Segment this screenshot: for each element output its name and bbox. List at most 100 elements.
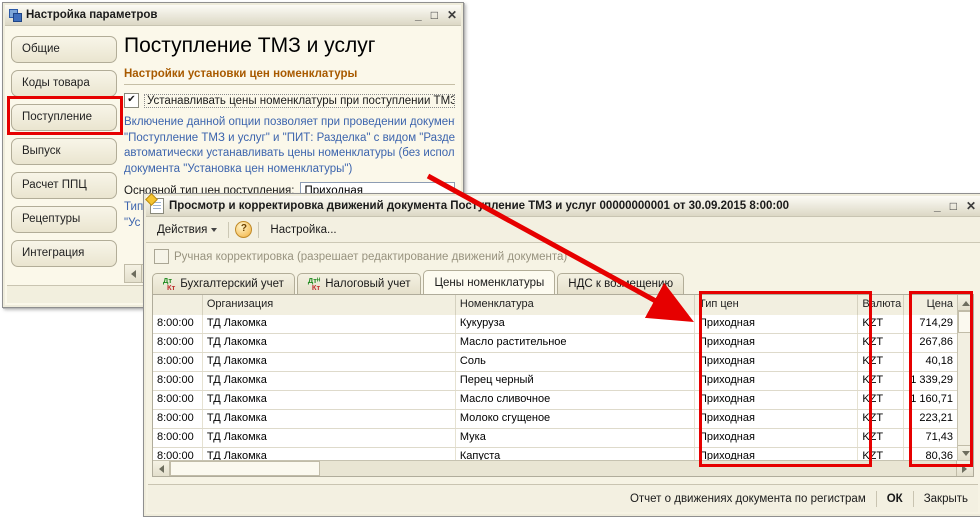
scroll-up-icon: [962, 297, 970, 306]
vertical-scrollbar[interactable]: [957, 295, 973, 461]
scroll-left-icon: [127, 270, 136, 278]
hint-line: документа "Установка цен номенклатуры"): [124, 162, 455, 178]
help-button[interactable]: ?: [235, 221, 252, 238]
sidebar-item-raschet-ppc[interactable]: Расчет ППЦ: [11, 172, 117, 199]
document-movements-icon: [150, 198, 164, 214]
table-row[interactable]: 8:00:00 ТД Лакомка Масло сливочное Прихо…: [153, 391, 958, 410]
tab-label: НДС к возмещению: [568, 278, 673, 290]
column-header-time[interactable]: [153, 295, 203, 315]
cell-price: 267,86: [904, 334, 958, 352]
actions-menu-button[interactable]: Действия: [152, 222, 222, 238]
column-header-nomenclature[interactable]: Номенклатура: [456, 295, 695, 315]
sidebar-item-postuplenie[interactable]: Поступление: [11, 104, 117, 131]
cell-organization: ТД Лакомка: [203, 391, 456, 409]
cell-time: 8:00:00: [153, 429, 203, 447]
scroll-right-button[interactable]: [956, 461, 973, 476]
cell-currency: KZT: [858, 315, 904, 333]
cell-currency: KZT: [858, 334, 904, 352]
maximize-button[interactable]: □: [950, 198, 957, 214]
tab-label: Бухгалтерский учет: [180, 278, 284, 290]
cell-time: 8:00:00: [153, 353, 203, 371]
cell-price: 1 160,71: [904, 391, 958, 409]
toolbar: Действия ? Настройка...: [146, 217, 980, 243]
settings-window-icon: [9, 9, 21, 21]
settings-button[interactable]: Настройка...: [265, 222, 341, 238]
sidebar-item-obshchie[interactable]: Общие: [11, 36, 117, 63]
dt-kt-icon: Дт Кт: [163, 277, 175, 291]
sidebar-item-vypusk[interactable]: Выпуск: [11, 138, 117, 165]
cell-nomenclature: Мука: [456, 429, 695, 447]
tab-nalog-uchet[interactable]: Дтᴴ Кт Налоговый учет: [297, 273, 422, 294]
scrollbar-thumb[interactable]: [170, 461, 320, 476]
table-body: 8:00:00 ТД Лакомка Кукуруза Приходная KZ…: [153, 315, 958, 461]
column-header-price[interactable]: Цена: [904, 295, 958, 315]
manual-correction-label: Ручная корректировка (разрешает редактир…: [174, 251, 567, 263]
settings-window-titlebar[interactable]: Настройка параметров _ □ ✕: [5, 5, 461, 26]
table-row[interactable]: 8:00:00 ТД Лакомка Мука Приходная KZT 71…: [153, 429, 958, 448]
column-header-price-type[interactable]: Тип цен: [695, 295, 858, 315]
hint-line: Включение данной опции позволяет при про…: [124, 115, 455, 131]
table-header-row: Организация Номенклатура Тип цен Валюта …: [153, 295, 958, 316]
settings-window-title: Настройка параметров: [26, 9, 157, 21]
tab-buh-uchet[interactable]: Дт Кт Бухгалтерский учет: [152, 273, 295, 294]
report-movements-button[interactable]: Отчет о движениях документа по регистрам: [620, 493, 876, 505]
cell-organization: ТД Лакомка: [203, 334, 456, 352]
sidebar-item-kody-tovara[interactable]: Коды товара: [11, 70, 117, 97]
scroll-left-icon: [155, 465, 164, 473]
sidebar-item-receptury[interactable]: Рецептуры: [11, 206, 117, 233]
column-header-organization[interactable]: Организация: [203, 295, 456, 315]
table-row[interactable]: 8:00:00 ТД Лакомка Молоко сгущеное Прихо…: [153, 410, 958, 429]
page-title: Поступление ТМЗ и услуг: [124, 34, 455, 58]
tab-nds-k-vozmeshcheniyu[interactable]: НДС к возмещению: [557, 273, 684, 294]
close-window-button[interactable]: Закрыть: [914, 493, 978, 505]
tab-label: Налоговый учет: [325, 278, 410, 290]
cell-nomenclature: Масло сливочное: [456, 391, 695, 409]
scroll-left-button[interactable]: [125, 265, 142, 282]
cell-price: 714,29: [904, 315, 958, 333]
cell-currency: KZT: [858, 353, 904, 371]
cell-time: 8:00:00: [153, 315, 203, 333]
table-row[interactable]: 8:00:00 ТД Лакомка Кукуруза Приходная KZ…: [153, 315, 958, 334]
movements-window-titlebar[interactable]: Просмотр и корректировка движений докуме…: [146, 196, 980, 217]
toolbar-separator: [258, 222, 259, 238]
cell-organization: ТД Лакомка: [203, 315, 456, 333]
tab-label: Цены номенклатуры: [434, 277, 544, 289]
cell-time: 8:00:00: [153, 372, 203, 390]
table-row[interactable]: 8:00:00 ТД Лакомка Перец черный Приходна…: [153, 372, 958, 391]
close-button[interactable]: ✕: [447, 7, 457, 23]
manual-correction-checkbox[interactable]: [154, 249, 169, 264]
movements-table: Организация Номенклатура Тип цен Валюта …: [152, 294, 974, 477]
sidebar-item-integraciya[interactable]: Интеграция: [11, 240, 117, 267]
settings-tab-list: Общие Коды товара Поступление Выпуск Рас…: [11, 36, 117, 274]
chevron-down-icon: [211, 228, 217, 235]
scroll-down-button[interactable]: [958, 445, 973, 461]
cell-time: 8:00:00: [153, 391, 203, 409]
toolbar-separator: [228, 222, 229, 238]
column-header-currency[interactable]: Валюта: [858, 295, 904, 315]
section-title: Настройки установки цен номенклатуры: [124, 68, 455, 85]
maximize-button[interactable]: □: [431, 7, 438, 23]
scrollbar-thumb[interactable]: [958, 311, 973, 333]
scroll-left-button[interactable]: [153, 461, 170, 476]
minimize-button[interactable]: _: [934, 198, 941, 214]
cell-organization: ТД Лакомка: [203, 353, 456, 371]
dt-kt-n-icon: Дтᴴ Кт: [308, 277, 320, 291]
desktop: { "win1": { "title": "Настройка параметр…: [0, 0, 980, 515]
horizontal-scrollbar[interactable]: [153, 460, 973, 476]
cell-price: 40,18: [904, 353, 958, 371]
minimize-button[interactable]: _: [415, 7, 422, 23]
close-button[interactable]: ✕: [966, 198, 976, 214]
cell-currency: KZT: [858, 391, 904, 409]
cell-price: 71,43: [904, 429, 958, 447]
table-row[interactable]: 8:00:00 ТД Лакомка Соль Приходная KZT 40…: [153, 353, 958, 372]
ok-button[interactable]: ОК: [877, 493, 913, 505]
scroll-up-button[interactable]: [958, 295, 973, 311]
cell-nomenclature: Молоко сгущеное: [456, 410, 695, 428]
scroll-down-icon: [962, 451, 970, 460]
movements-window-title: Просмотр и корректировка движений докуме…: [169, 200, 789, 212]
tab-ceny-nomenklatury[interactable]: Цены номенклатуры: [423, 270, 555, 294]
table-row[interactable]: 8:00:00 ТД Лакомка Масло растительное Пр…: [153, 334, 958, 353]
set-prices-checkbox-label[interactable]: Устанавливать цены номенклатуры при пост…: [144, 94, 455, 108]
set-prices-checkbox[interactable]: ✔: [124, 93, 139, 108]
cell-currency: KZT: [858, 410, 904, 428]
